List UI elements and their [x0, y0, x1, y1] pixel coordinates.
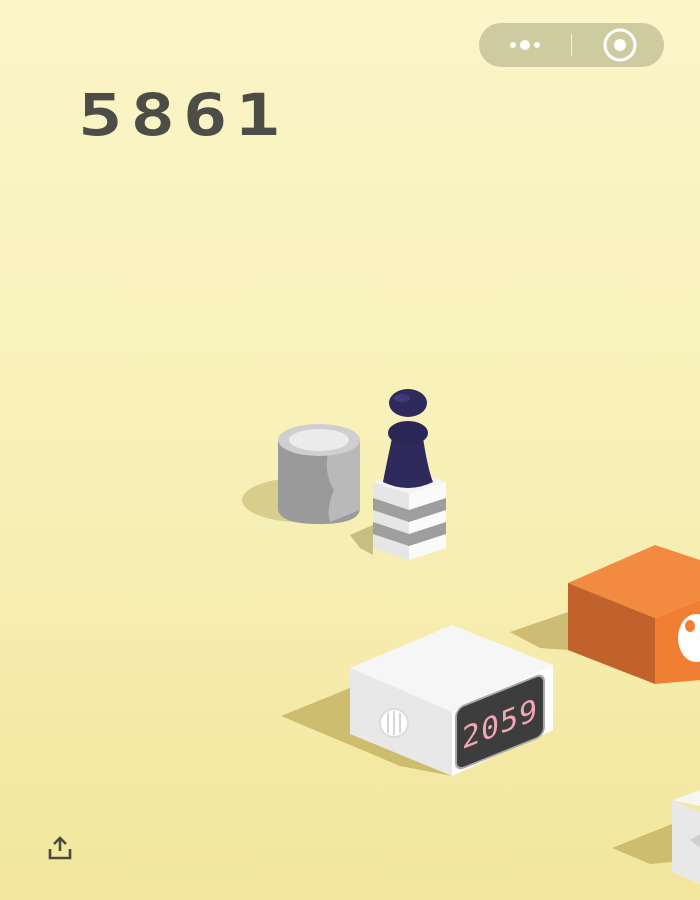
player-shoulder: [388, 421, 428, 445]
pedestal-left: [373, 482, 409, 560]
player-head-shine: [394, 394, 410, 402]
player-head: [389, 389, 427, 417]
white-block-partial: [612, 790, 700, 884]
share-button[interactable]: [46, 834, 74, 862]
share-upload-icon: [48, 836, 72, 860]
pedestal-right: [409, 482, 446, 560]
white-block-shadow: [612, 824, 672, 864]
game-scene[interactable]: 2059: [0, 0, 700, 900]
can-top-inner: [289, 429, 349, 451]
can-platform: [242, 424, 360, 524]
orange-cube-shadow: [510, 612, 568, 650]
orange-cube-logo-hole: [685, 620, 695, 632]
clock-block: 2059: [281, 625, 553, 776]
player-body: [383, 438, 433, 488]
pedestal-shadow: [350, 525, 373, 555]
player-piece: [383, 389, 433, 488]
